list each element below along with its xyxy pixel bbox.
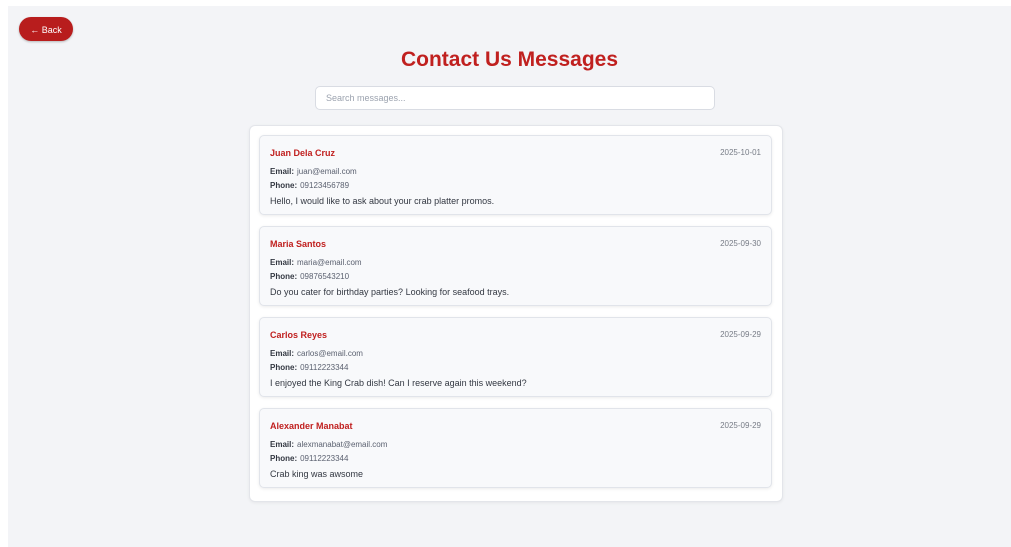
sender-name: Maria Santos	[270, 239, 327, 249]
message-card: Alexander Manabat 2025-09-29 Email: alexm…	[259, 408, 772, 488]
message-date: 2025-09-30	[720, 239, 761, 248]
email-line: Email: juan@email.com	[270, 167, 357, 176]
email-label: Email:	[270, 440, 295, 449]
search-input[interactable]	[315, 86, 715, 110]
message-text: Do you cater for birthday parties? Looki…	[270, 287, 510, 297]
message-card: Maria Santos 2025-09-30 Email: maria@emai…	[259, 226, 772, 306]
message-text: Crab king was awsome	[270, 469, 364, 479]
sender-name: Carlos Reyes	[270, 330, 328, 340]
email-label: Email:	[270, 167, 295, 176]
phone-label: Phone:	[270, 181, 298, 190]
email-line: Email: carlos@email.com	[270, 349, 363, 358]
phone-value: 09112223344	[300, 454, 349, 463]
phone-line: Phone: 09112223344	[270, 363, 348, 372]
message-card: Carlos Reyes 2025-09-29 Email: carlos@ema…	[259, 317, 772, 397]
phone-value: 09123456789	[300, 181, 350, 190]
phone-value: 09876543210	[300, 272, 350, 281]
email-value: maria@email.com	[297, 258, 362, 267]
message-date: 2025-10-01	[720, 148, 761, 157]
message-date: 2025-09-29	[720, 421, 761, 430]
phone-label: Phone:	[270, 363, 298, 372]
sender-name: Alexander Manabat	[270, 421, 353, 431]
phone-value: 09112223344	[300, 363, 349, 372]
email-value: juan@email.com	[297, 167, 357, 176]
page-title: Contact Us Messages	[400, 48, 619, 71]
message-date: 2025-09-29	[720, 330, 761, 339]
email-line: Email: maria@email.com	[270, 258, 362, 267]
message-text: I enjoyed the King Crab dish! Can I rese…	[270, 378, 527, 388]
phone-label: Phone:	[270, 454, 298, 463]
back-button[interactable]: ← Back	[19, 17, 73, 41]
phone-line: Phone: 09876543210	[270, 272, 349, 281]
phone-line: Phone: 09112223344	[270, 454, 348, 463]
message-card: Juan Dela Cruz 2025-10-01 Email: juan@ema…	[259, 135, 772, 215]
email-label: Email:	[270, 349, 295, 358]
page-container: ← Back Contact Us Messages Juan Dela Cru…	[8, 6, 1011, 547]
email-value: carlos@email.com	[297, 349, 363, 358]
email-value: alexmanabat@email.com	[297, 440, 388, 449]
messages-panel: Juan Dela Cruz 2025-10-01 Email: juan@ema…	[249, 125, 783, 502]
phone-line: Phone: 09123456789	[270, 181, 349, 190]
email-label: Email:	[270, 258, 295, 267]
message-text: Hello, I would like to ask about your cr…	[270, 196, 495, 206]
email-line: Email: alexmanabat@email.com	[270, 440, 387, 449]
phone-label: Phone:	[270, 272, 298, 281]
sender-name: Juan Dela Cruz	[270, 148, 336, 158]
